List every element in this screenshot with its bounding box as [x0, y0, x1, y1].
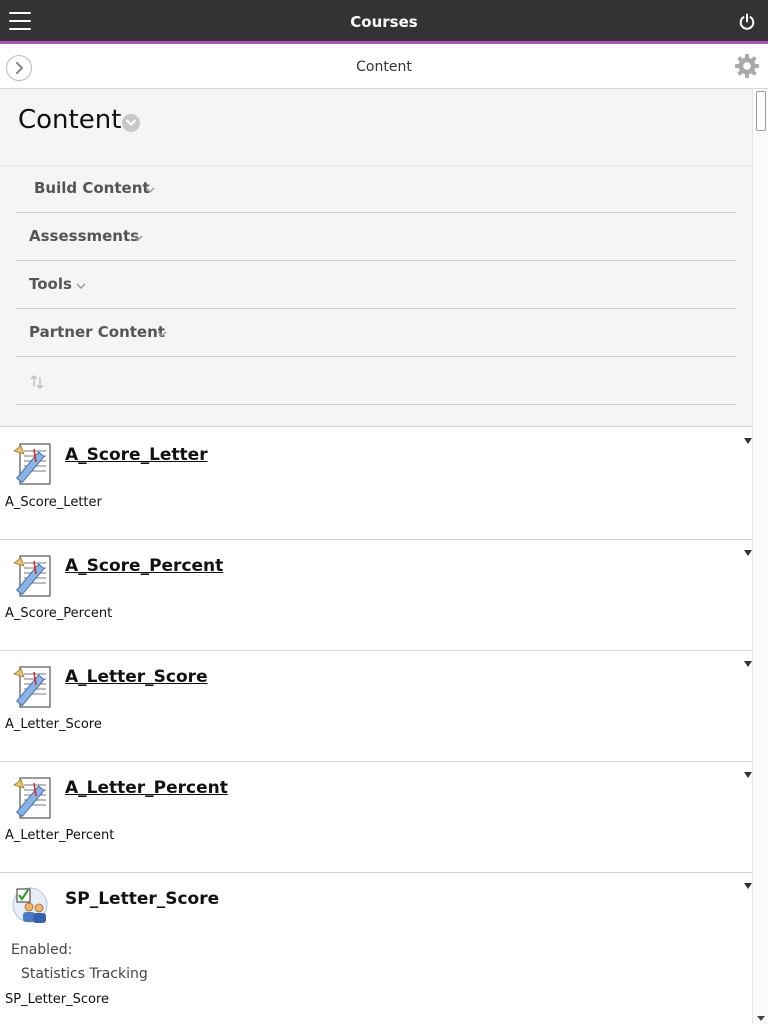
survey-group-icon	[12, 887, 48, 923]
page-title: Content	[18, 105, 122, 135]
app-title: Courses	[350, 13, 418, 31]
build-content-label: Build Content	[34, 179, 150, 197]
assessments-label: Assessments	[29, 227, 140, 245]
content-item: A_Letter_Score A_Letter_Score	[0, 651, 752, 762]
content-item: SP_Letter_Score Enabled: Statistics Trac…	[0, 873, 752, 1024]
item-title-link[interactable]: A_Score_Letter	[65, 445, 208, 465]
item-meta-label: Enabled:	[11, 942, 73, 958]
item-description: A_Letter_Percent	[5, 828, 115, 843]
test-icon	[13, 443, 51, 485]
content-item: A_Score_Percent A_Score_Percent	[0, 540, 752, 651]
item-options-menu[interactable]	[744, 661, 752, 667]
item-description: A_Score_Percent	[5, 606, 113, 621]
item-title-link[interactable]: A_Score_Percent	[65, 556, 223, 576]
reorder-icon[interactable]	[29, 374, 45, 390]
test-icon	[13, 666, 51, 708]
item-description: A_Score_Letter	[5, 495, 102, 510]
test-icon	[13, 777, 51, 819]
item-options-menu[interactable]	[744, 438, 752, 444]
item-description: A_Letter_Score	[5, 717, 102, 732]
item-options-menu[interactable]	[744, 772, 752, 778]
assessments-menu[interactable]: Assessments	[15, 213, 737, 261]
scroll-down-arrow[interactable]	[757, 1016, 765, 1021]
partner-content-label: Partner Content	[29, 323, 165, 341]
test-icon	[13, 555, 51, 597]
chevron-down-icon	[76, 283, 86, 290]
power-icon[interactable]	[738, 13, 756, 31]
reorder-row	[15, 357, 737, 405]
page-title-menu-button[interactable]	[122, 114, 140, 132]
tools-label: Tools	[29, 275, 72, 293]
item-options-menu[interactable]	[744, 883, 752, 889]
item-options-menu[interactable]	[744, 550, 752, 556]
item-description: SP_Letter_Score	[5, 992, 110, 1007]
tools-menu[interactable]: Tools	[15, 261, 737, 309]
content-item: A_Score_Letter A_Score_Letter	[0, 428, 752, 540]
chevron-down-icon	[145, 187, 155, 194]
scrollbar[interactable]	[752, 89, 768, 1024]
item-meta-value: Statistics Tracking	[21, 966, 148, 982]
item-title[interactable]: SP_Letter_Score	[65, 889, 219, 909]
partner-content-menu[interactable]: Partner Content	[15, 309, 737, 357]
sub-header: Content	[0, 47, 768, 89]
chevron-down-icon	[126, 119, 136, 126]
subheader-title: Content	[356, 59, 412, 75]
scrollbar-thumb[interactable]	[756, 91, 766, 131]
content-item: A_Letter_Percent A_Letter_Percent	[0, 762, 752, 873]
item-title-link[interactable]: A_Letter_Percent	[65, 778, 228, 798]
gear-icon[interactable]	[734, 53, 760, 79]
top-bar: Courses	[0, 0, 768, 44]
content-action-panel: Content Build Content Assessments Tools …	[0, 89, 752, 427]
item-title-link[interactable]: A_Letter_Score	[65, 667, 208, 687]
build-content-menu[interactable]: Build Content	[15, 165, 737, 213]
chevron-down-icon	[133, 235, 143, 242]
chevron-down-icon	[157, 331, 167, 338]
